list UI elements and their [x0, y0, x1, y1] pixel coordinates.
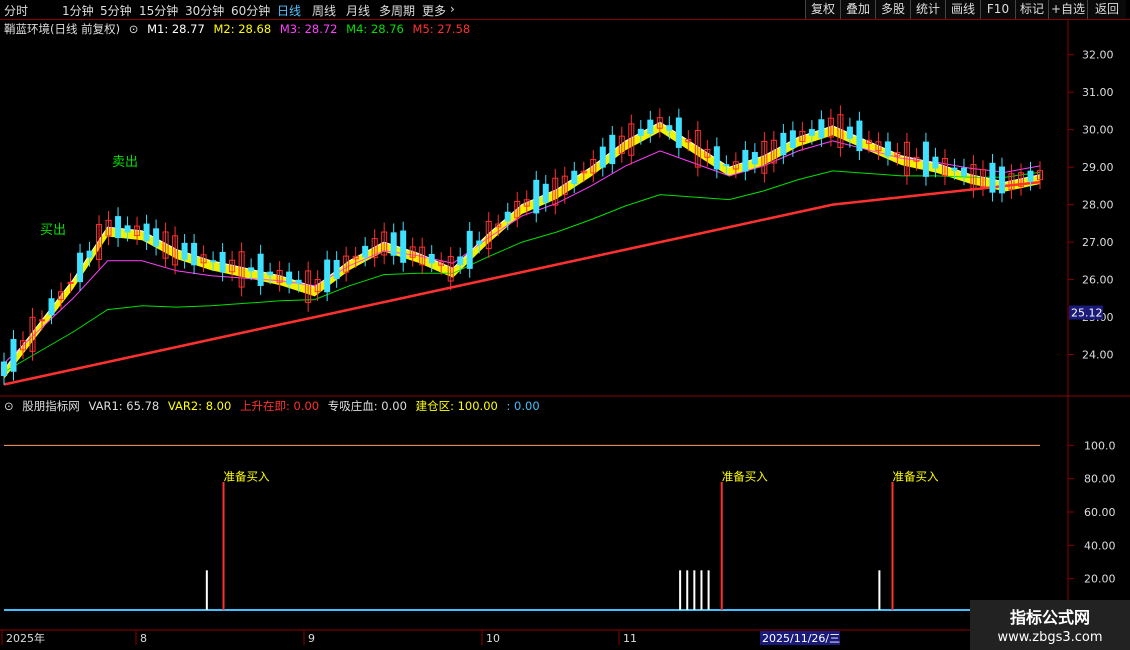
- kline-chart[interactable]: 32.0031.0030.0029.0028.0027.0026.0025.00…: [0, 0, 1130, 650]
- candle-body: [48, 298, 55, 316]
- y-tick-label: 32.00: [1082, 49, 1114, 62]
- date-cursor-label: 2025/11/26/三: [762, 632, 840, 645]
- x-tick-label: 2025年: [6, 631, 45, 645]
- sub-y-tick-label: 80.00: [1084, 473, 1116, 486]
- candle-body: [637, 128, 644, 136]
- candle-body: [998, 166, 1005, 194]
- sub-y-tick-label: 20.00: [1084, 573, 1116, 586]
- signal-label: 准备买入: [224, 470, 270, 484]
- candle-body: [504, 211, 511, 222]
- candle-body: [675, 117, 682, 148]
- signal-mark-sell: 卖出: [112, 155, 138, 170]
- y-tick-label: 28.00: [1082, 199, 1114, 212]
- candle-body: [960, 167, 967, 177]
- watermark-url: www.zbgs3.com: [997, 630, 1103, 645]
- candle-body: [153, 228, 160, 247]
- candle-body: [428, 253, 435, 264]
- x-tick-label: 8: [140, 632, 147, 645]
- candle-body: [723, 164, 730, 167]
- signal-label: 准备买入: [893, 470, 939, 484]
- candle-body: [922, 141, 929, 177]
- candle-body: [808, 129, 815, 136]
- candle-body: [742, 149, 749, 172]
- signal-mark-buy: 买出: [40, 223, 66, 238]
- candle-body: [210, 260, 217, 263]
- candle-body: [86, 250, 93, 258]
- candle-body: [400, 230, 407, 263]
- y-tick-label: 26.00: [1082, 274, 1114, 287]
- candle-body: [191, 242, 198, 266]
- candle-body: [951, 167, 958, 171]
- candle-body: [647, 119, 654, 134]
- candle-body: [219, 251, 226, 273]
- price-tag-label: 25.12: [1071, 307, 1103, 320]
- x-tick-label: 10: [486, 632, 500, 645]
- y-tick-label: 30.00: [1082, 124, 1114, 137]
- sub-y-tick-label: 40.00: [1084, 539, 1116, 552]
- candle-body: [466, 230, 473, 269]
- candle-body: [884, 141, 891, 157]
- candle-body: [143, 223, 150, 242]
- watermark-title: 指标公式网: [1009, 608, 1090, 627]
- candle-body: [257, 253, 264, 286]
- candle-body: [533, 179, 540, 214]
- candle-body: [818, 119, 825, 139]
- candle-body: [115, 216, 122, 239]
- watermark: 指标公式网 www.zbgs3.com: [970, 600, 1130, 650]
- candle-body: [390, 232, 397, 256]
- yellow-band: [4, 122, 1040, 379]
- sub-y-tick-label: 100.0: [1084, 439, 1116, 452]
- candle-body: [476, 240, 483, 245]
- y-tick-label: 29.00: [1082, 161, 1114, 174]
- candle-body: [362, 245, 369, 258]
- candle-body: [1, 361, 7, 377]
- candle-body: [77, 252, 84, 283]
- candle-body: [713, 146, 720, 170]
- candle-body: [780, 132, 787, 156]
- candle-body: [1027, 170, 1034, 182]
- candle-body: [599, 146, 606, 168]
- candle-body: [932, 156, 939, 169]
- candle-body: [542, 183, 549, 203]
- sub-y-tick-label: 60.00: [1084, 506, 1116, 519]
- y-tick-label: 31.00: [1082, 86, 1114, 99]
- candle-body: [333, 260, 340, 279]
- candle-body: [248, 267, 255, 272]
- candle-body: [751, 152, 758, 165]
- candle-body: [39, 319, 46, 322]
- candle-body: [10, 338, 17, 372]
- y-tick-label: 24.00: [1082, 349, 1114, 362]
- candle-body: [571, 170, 578, 185]
- candle-body: [846, 126, 853, 139]
- y-tick-label: 27.00: [1082, 236, 1114, 249]
- x-tick-label: 11: [623, 632, 637, 645]
- candle-body: [267, 271, 274, 276]
- candle-body: [181, 242, 188, 260]
- candle-body: [789, 130, 796, 149]
- candle-body: [856, 120, 863, 152]
- candle-body: [989, 162, 996, 193]
- candle-body: [457, 256, 464, 266]
- candle-body: [124, 225, 131, 233]
- candle-body: [295, 279, 302, 284]
- candle-body: [666, 125, 673, 131]
- candle-body: [324, 259, 331, 293]
- signal-label: 准备买入: [722, 470, 768, 484]
- candle-body: [609, 134, 616, 165]
- candle-body: [286, 271, 293, 285]
- x-tick-label: 9: [308, 632, 315, 645]
